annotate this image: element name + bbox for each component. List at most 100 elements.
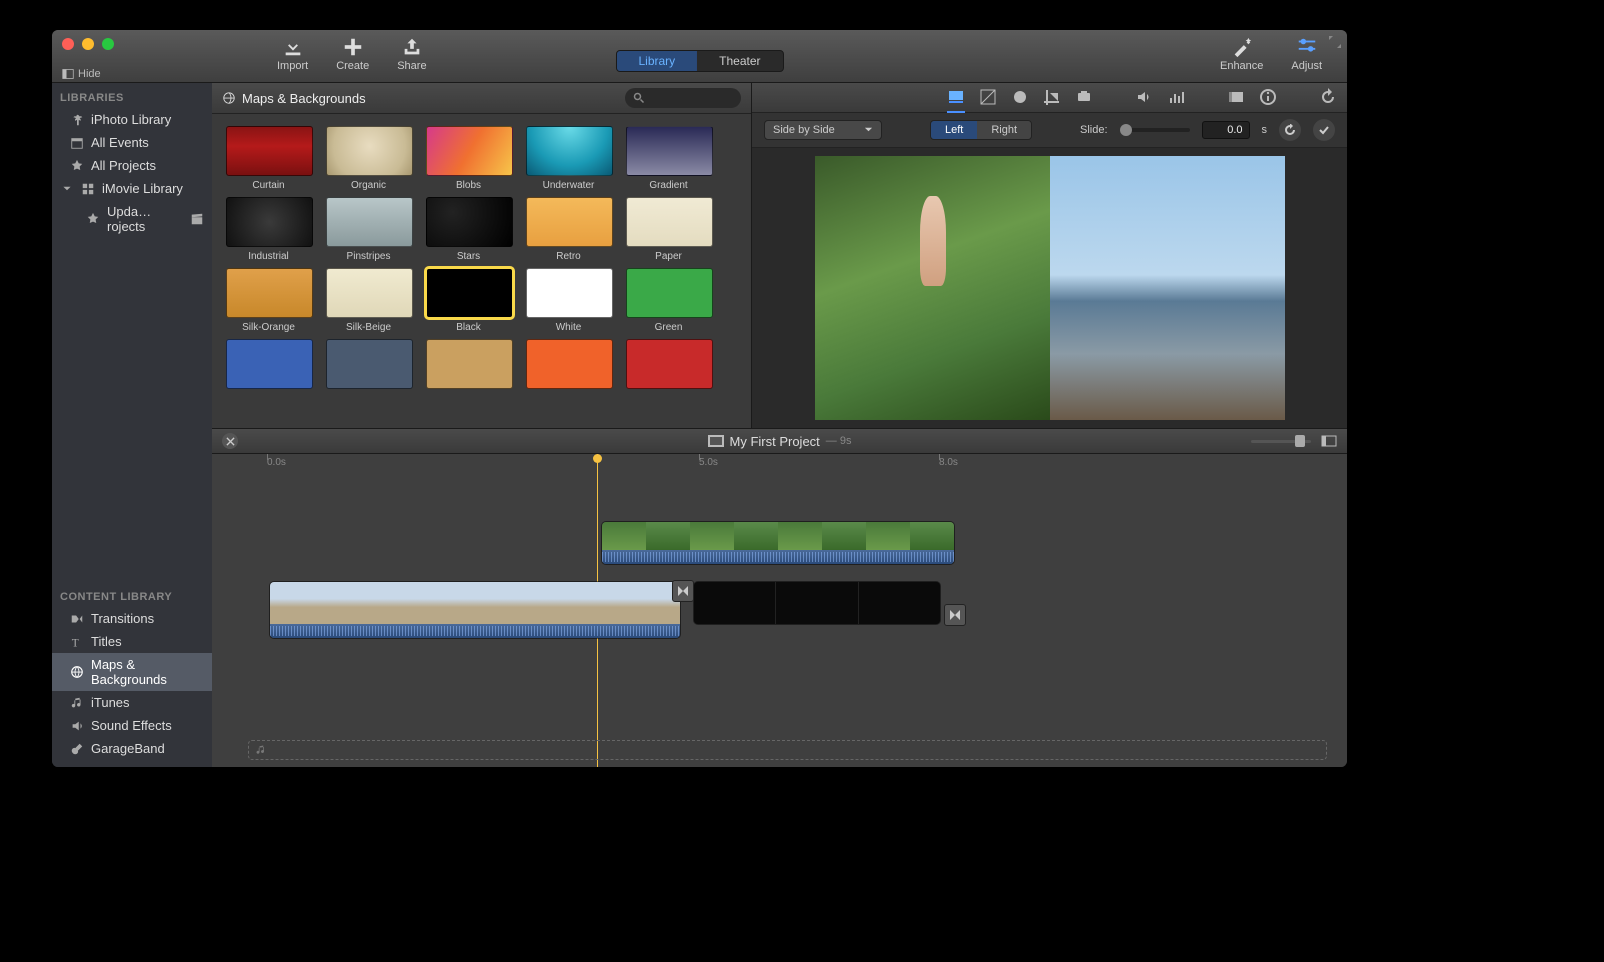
preview-left-pane [815,156,1050,420]
transition-icon [70,612,84,626]
revert-icon[interactable] [1319,88,1337,106]
search-input[interactable] [625,88,741,108]
sidebar-item-garageband[interactable]: GarageBand [52,737,212,760]
create-button[interactable]: Create [336,36,369,72]
star-icon [70,159,84,173]
sidebar-item-transitions[interactable]: Transitions [52,607,212,630]
close-window[interactable] [62,38,74,50]
adjust-label: Adjust [1291,60,1322,72]
stabilize-icon[interactable] [1075,88,1093,106]
sidebar-item-all-events[interactable]: All Events [52,131,212,154]
timeline-zoom-slider[interactable] [1251,440,1311,443]
reset-button[interactable] [1279,119,1301,141]
background-thumb[interactable]: Retro [526,197,611,262]
background-thumb[interactable]: Silk-Orange [226,268,311,333]
background-thumb[interactable]: Underwater [526,126,611,191]
transition-indicator[interactable] [672,580,694,602]
video-info-icon[interactable] [1227,88,1245,106]
app-window: Hide Import Create Share Library Theater [52,30,1347,767]
info-icon[interactable] [1259,88,1277,106]
sidebar-item-iphoto[interactable]: iPhoto Library [52,108,212,131]
background-thumb[interactable]: White [526,268,611,333]
background-thumb[interactable]: Stars [426,197,511,262]
thumb-label: Blobs [426,180,511,191]
background-thumb[interactable]: Black [426,268,511,333]
equalizer-icon[interactable] [1167,88,1185,106]
window-controls [62,38,114,50]
background-thumb[interactable] [526,339,611,393]
titles-icon: T [70,635,84,649]
share-button[interactable]: Share [397,36,426,72]
right-button[interactable]: Right [977,121,1031,139]
project-name: My First Project [730,434,820,449]
adjust-button[interactable]: Adjust [1291,36,1322,72]
import-label: Import [277,60,308,72]
volume-icon[interactable] [1135,88,1153,106]
chevron-down-icon [864,125,873,134]
preview-canvas[interactable] [815,156,1285,420]
slide-value-field[interactable]: 0.0 [1202,121,1250,139]
background-thumb[interactable] [226,339,311,393]
import-icon [281,36,305,58]
sidebar-item-project[interactable]: Upda…rojects [52,200,212,238]
background-thumb[interactable] [426,339,511,393]
fullscreen-icon[interactable] [1329,36,1341,48]
close-project-button[interactable] [222,433,238,449]
color-wheel-icon[interactable] [1011,88,1029,106]
connected-clip[interactable] [602,522,954,564]
sidebar-item-sound-effects[interactable]: Sound Effects [52,714,212,737]
background-thumb[interactable]: Silk-Beige [326,268,411,333]
color-correct-icon[interactable] [979,88,997,106]
slide-slider[interactable] [1120,128,1190,132]
transition-indicator[interactable] [944,604,966,626]
import-button[interactable]: Import [277,36,308,72]
primary-clip-beach[interactable] [270,582,680,638]
minimize-window[interactable] [82,38,94,50]
transition-type-dropdown[interactable]: Side by Side [764,120,882,140]
project-bar: My First Project — 9s [212,428,1347,454]
apply-button[interactable] [1313,119,1335,141]
sidebar-item-titles[interactable]: T Titles [52,630,212,653]
timeline[interactable]: 0.0s5.0s8.0s [212,454,1347,767]
background-thumb[interactable]: Organic [326,126,411,191]
transition-tool-icon[interactable] [947,88,965,106]
tab-theater[interactable]: Theater [697,51,782,71]
preview-right-pane [1050,156,1285,420]
enhance-label: Enhance [1220,60,1263,72]
ruler-mark: 8.0s [939,457,958,468]
background-thumb[interactable]: Green [626,268,711,333]
background-thumb[interactable]: Industrial [226,197,311,262]
sidebar-item-maps-backgrounds[interactable]: Maps & Backgrounds [52,653,212,691]
hide-sidebar-button[interactable]: Hide [62,68,101,80]
viewer-toolbar [752,83,1347,113]
thumb-label: Green [626,322,711,333]
background-thumb[interactable]: Gradient [626,126,711,191]
content-library-header: CONTENT LIBRARY [52,582,212,607]
clip-display-icon[interactable] [1321,433,1337,449]
zoom-window[interactable] [102,38,114,50]
background-thumb[interactable] [626,339,711,393]
audio-drop-lane[interactable] [248,740,1327,760]
palm-icon [70,113,84,127]
calendar-icon [70,136,84,150]
left-button[interactable]: Left [931,121,977,139]
background-thumb[interactable]: Curtain [226,126,311,191]
thumb-label: Underwater [526,180,611,191]
background-thumb[interactable]: Pinstripes [326,197,411,262]
tab-library[interactable]: Library [616,51,697,71]
background-thumb[interactable]: Paper [626,197,711,262]
crop-icon[interactable] [1043,88,1061,106]
time-ruler[interactable]: 0.0s5.0s8.0s [212,454,1347,474]
thumb-label: Retro [526,251,611,262]
sidebar-item-imovie-library[interactable]: iMovie Library [52,177,212,200]
dropdown-value: Side by Side [773,124,835,136]
background-thumb[interactable] [326,339,411,393]
sidebar-item-all-projects[interactable]: All Projects [52,154,212,177]
background-thumb[interactable]: Blobs [426,126,511,191]
enhance-button[interactable]: Enhance [1220,36,1263,72]
sidebar-item-itunes[interactable]: iTunes [52,691,212,714]
create-icon [341,36,365,58]
globe-icon [222,91,236,105]
sidebar-item-label: Sound Effects [91,718,172,733]
primary-clip-black[interactable] [694,582,940,624]
